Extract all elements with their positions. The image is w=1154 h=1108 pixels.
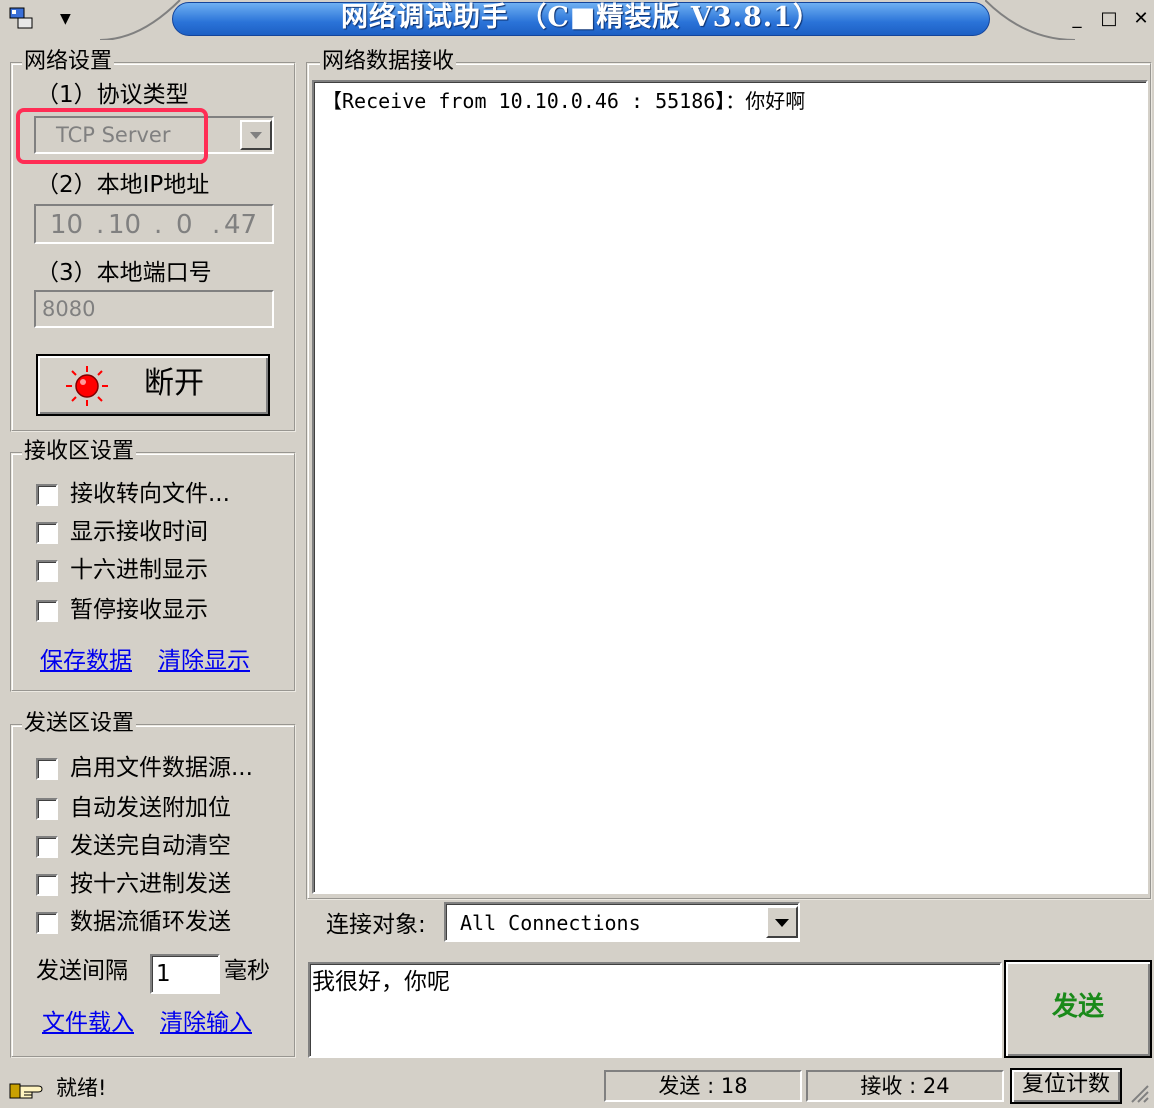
send-interval-label: 发送间隔 — [36, 958, 128, 984]
ip-address-field[interactable]: 10 . 10 . 0 . 47 — [34, 204, 274, 244]
file-data-source-label: 启用文件数据源... — [70, 755, 253, 781]
send-textbox[interactable]: 我很好，你呢 — [308, 962, 1002, 1058]
chevron-down-icon — [775, 919, 789, 927]
resize-grip-icon[interactable] — [1128, 1082, 1150, 1104]
network-settings-legend: 网络设置 — [22, 49, 115, 74]
system-menu-arrow-icon[interactable]: ▼ — [60, 6, 80, 32]
close-button[interactable]: ✕ — [1126, 6, 1154, 32]
sent-count-panel: 发送 : 18 — [604, 1070, 802, 1102]
ip-octet-1: 10 — [50, 210, 84, 240]
send-text: 我很好，你呢 — [312, 969, 450, 995]
loop-send-label: 数据流循环发送 — [70, 909, 231, 935]
receive-settings-legend: 接收区设置 — [22, 439, 137, 464]
target-combobox[interactable]: All Connections — [444, 902, 800, 942]
ip-octet-2: 10 — [108, 210, 142, 240]
port-value: 8080 — [42, 297, 96, 321]
auto-clear-checkbox[interactable] — [36, 836, 58, 858]
ip-dot-2: . — [154, 210, 163, 240]
hex-send-checkbox[interactable] — [36, 874, 58, 896]
auto-append-label: 自动发送附加位 — [70, 795, 231, 821]
hex-send-label: 按十六进制发送 — [70, 871, 231, 897]
send-interval-unit: 毫秒 — [224, 958, 270, 984]
sent-count: 发送 : 18 — [658, 1074, 748, 1098]
clear-display-link[interactable]: 清除显示 — [158, 648, 250, 674]
received-count-panel: 接收 : 24 — [806, 1070, 1004, 1102]
send-settings-legend: 发送区设置 — [22, 711, 137, 736]
file-data-source-checkbox[interactable] — [36, 758, 58, 780]
disconnect-label: 断开 — [144, 366, 204, 401]
reset-count-button[interactable]: 复位计数 — [1010, 1068, 1122, 1104]
send-button[interactable]: 发送 — [1004, 960, 1152, 1058]
port-field[interactable]: 8080 — [34, 290, 274, 328]
show-receive-time-checkbox[interactable] — [36, 522, 58, 544]
received-count: 接收 : 24 — [860, 1074, 950, 1098]
load-file-link[interactable]: 文件载入 — [42, 1010, 134, 1036]
send-interval-input[interactable]: 1 — [150, 954, 220, 994]
maximize-button[interactable]: □ — [1094, 6, 1124, 32]
auto-append-checkbox[interactable] — [36, 798, 58, 820]
clear-input-link[interactable]: 清除输入 — [160, 1010, 252, 1036]
status-ready: 就绪! — [56, 1076, 107, 1100]
disconnect-button[interactable]: 断开 — [36, 354, 270, 416]
ip-octet-3: 0 — [176, 210, 193, 240]
hex-display-label: 十六进制显示 — [70, 557, 208, 583]
auto-clear-label: 发送完自动清空 — [70, 833, 231, 859]
send-interval-value: 1 — [156, 961, 171, 987]
receive-to-file-label: 接收转向文件... — [70, 481, 230, 507]
protocol-label: （1）协议类型 — [36, 82, 189, 108]
save-data-link[interactable]: 保存数据 — [40, 648, 132, 674]
pause-receive-checkbox[interactable] — [36, 600, 58, 622]
target-dropdown-button[interactable] — [766, 906, 798, 938]
target-value: All Connections — [460, 911, 641, 935]
show-receive-time-label: 显示接收时间 — [70, 519, 208, 545]
receive-textbox[interactable]: 【Receive from 10.10.0.46 : 55186】：你好啊 — [312, 80, 1148, 894]
pause-receive-label: 暂停接收显示 — [70, 597, 208, 623]
target-label: 连接对象: — [326, 912, 426, 938]
chevron-down-icon — [250, 132, 262, 139]
reset-count-label: 复位计数 — [1021, 1072, 1110, 1097]
loop-send-checkbox[interactable] — [36, 912, 58, 934]
ip-dot-1: . — [96, 210, 105, 240]
protocol-dropdown-button[interactable] — [240, 120, 272, 150]
highlight-box — [16, 108, 208, 164]
send-button-label: 发送 — [1051, 992, 1104, 1022]
receive-to-file-checkbox[interactable] — [36, 484, 58, 506]
ip-octet-4: 47 — [224, 210, 258, 240]
minimize-button[interactable]: _ — [1062, 6, 1092, 32]
app-menu-icon[interactable] — [8, 6, 44, 32]
receive-area-legend: 网络数据接收 — [320, 49, 457, 74]
ip-dot-3: . — [212, 210, 221, 240]
pointing-hand-icon — [8, 1074, 48, 1102]
window-title: 网络调试助手 （C■精装版 V3.8.1） — [341, 2, 821, 33]
ip-label: （2）本地IP地址 — [36, 172, 210, 198]
port-label: （3）本地端口号 — [36, 260, 212, 286]
received-message: 【Receive from 10.10.0.46 : 55186】：你好啊 — [322, 89, 806, 113]
led-red-icon — [66, 366, 108, 406]
hex-display-checkbox[interactable] — [36, 560, 58, 582]
